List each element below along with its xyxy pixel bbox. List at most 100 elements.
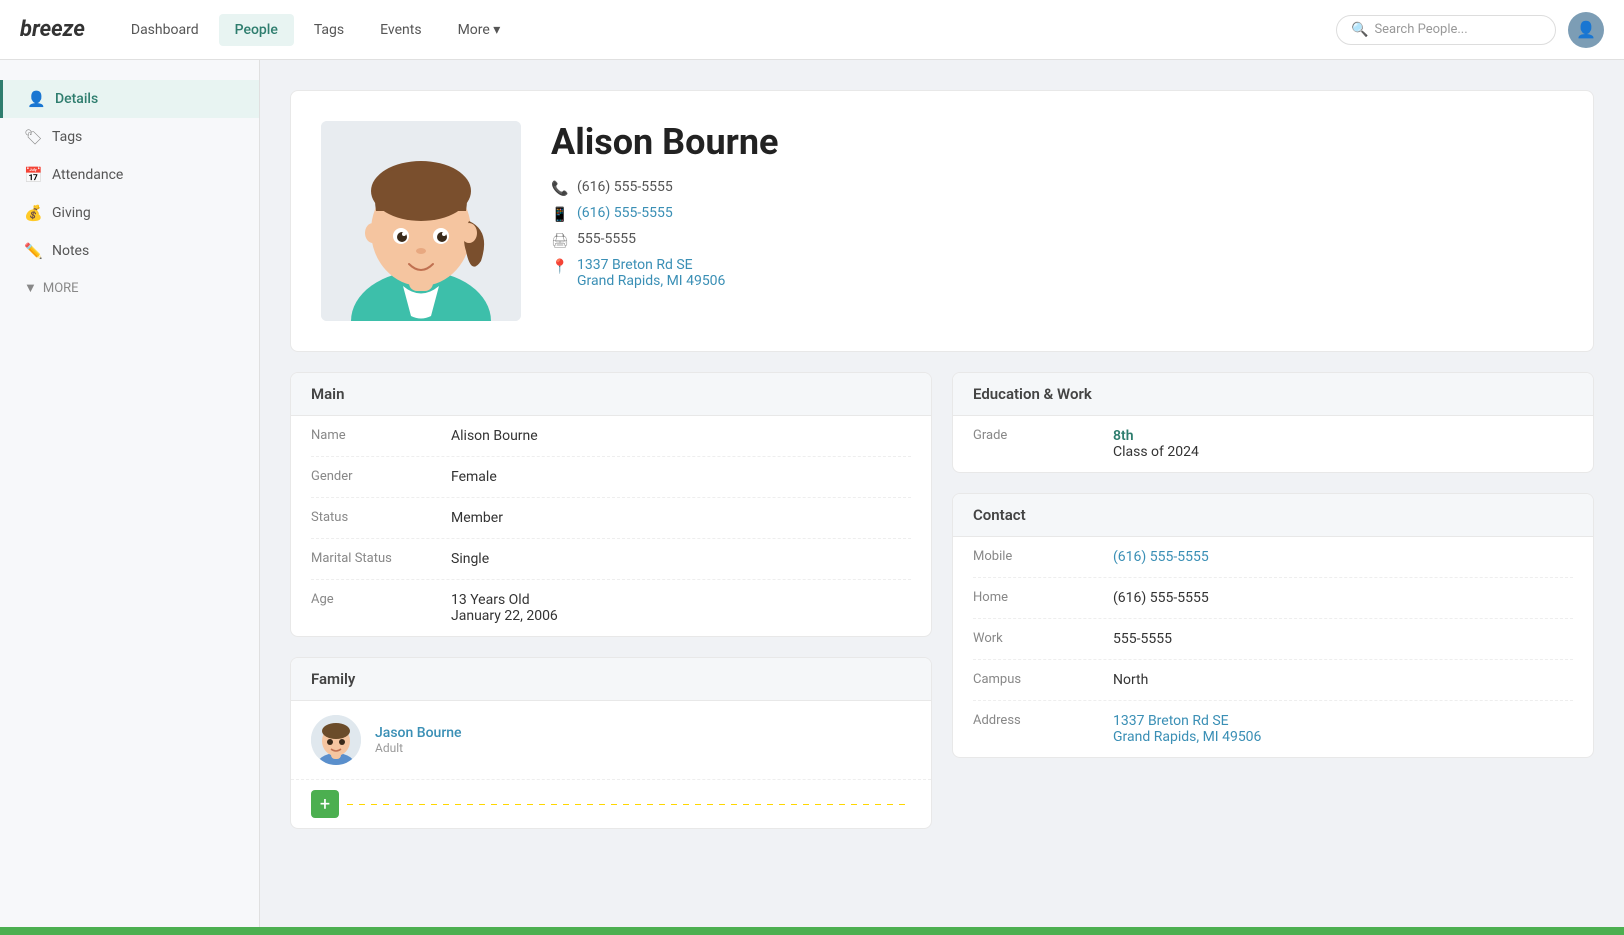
contact-address-row: Address 1337 Breton Rd SE Grand Rapids, … [973, 701, 1573, 757]
contact-row-mobile-phone: 📱 (616) 555-5555 [551, 205, 1563, 223]
contact-work-value: 555-5555 [1113, 631, 1172, 647]
profile-name: Alison Bourne [551, 121, 1563, 163]
sidebar-item-details[interactable]: 👤 Details [0, 80, 259, 118]
contact-address-line1[interactable]: 1337 Breton Rd SE [1113, 713, 1229, 729]
phone-icon: 📞 [551, 181, 567, 197]
main-status-value: Member [451, 510, 503, 526]
contact-campus-label: Campus [973, 672, 1113, 687]
main-gender-row: Gender Female [311, 457, 911, 498]
mobile-phone-link[interactable]: (616) 555-5555 [577, 205, 673, 221]
add-divider [347, 804, 911, 805]
fax-icon: 🖨 [551, 233, 567, 249]
home-phone: (616) 555-5555 [577, 179, 673, 195]
main-gender-value: Female [451, 469, 497, 485]
sidebar-item-tags[interactable]: 🏷 Tags [0, 118, 259, 156]
contact-mobile-row: Mobile (616) 555-5555 [973, 537, 1573, 578]
contact-address-label: Address [973, 713, 1113, 728]
main-age-label: Age [311, 592, 451, 607]
nav-tags[interactable]: Tags [298, 14, 360, 46]
tag-icon: 🏷 [24, 128, 42, 146]
family-member-info: Jason Bourne Adult [375, 725, 462, 755]
contact-campus-value: North [1113, 672, 1148, 688]
page-layout: 👤 Details 🏷 Tags 📅 Attendance 💰 Giving ✏… [0, 60, 1624, 935]
contact-work-row: Work 555-5555 [973, 619, 1573, 660]
nav-more[interactable]: More ▾ [442, 14, 517, 46]
family-member-name[interactable]: Jason Bourne [375, 725, 462, 741]
contact-mobile-label: Mobile [973, 549, 1113, 564]
mobile-icon: 📱 [551, 207, 567, 223]
left-column: Main Name Alison Bourne Gender Female St… [290, 372, 932, 829]
search-icon: 🔍 [1351, 22, 1368, 38]
address-line2[interactable]: Grand Rapids, MI 49506 [577, 273, 725, 289]
chevron-down-icon: ▼ [24, 280, 37, 296]
main-name-row: Name Alison Bourne [311, 416, 911, 457]
family-member-role: Adult [375, 741, 462, 755]
contact-address-value: 1337 Breton Rd SE Grand Rapids, MI 49506 [1113, 713, 1261, 745]
nav-dashboard[interactable]: Dashboard [115, 14, 215, 46]
profile-header: Alison Bourne 📞 (616) 555-5555 📱 (616) 5… [290, 90, 1594, 352]
main-age-row: Age 13 Years OldJanuary 22, 2006 [311, 580, 911, 636]
nav-events[interactable]: Events [364, 14, 437, 46]
contact-home-row: Home (616) 555-5555 [973, 578, 1573, 619]
contact-work-label: Work [973, 631, 1113, 646]
family-add-row: + [291, 780, 931, 828]
pencil-icon: ✏️ [24, 242, 42, 260]
contact-card: Contact Mobile (616) 555-5555 Home (616)… [952, 493, 1594, 758]
main-marital-value: Single [451, 551, 489, 567]
education-card-body: Grade 8th Class of 2024 [953, 416, 1593, 472]
contact-row-fax: 🖨 555-5555 [551, 231, 1563, 249]
cards-row: Main Name Alison Bourne Gender Female St… [290, 372, 1594, 829]
sidebar-label-details: Details [55, 91, 98, 107]
contact-mobile-value[interactable]: (616) 555-5555 [1113, 549, 1209, 565]
logo[interactable]: breeze [20, 17, 85, 42]
search-placeholder: Search People... [1374, 22, 1467, 37]
main-content: Alison Bourne 📞 (616) 555-5555 📱 (616) 5… [260, 60, 1624, 935]
sidebar-more[interactable]: ▼ MORE [0, 270, 259, 306]
main-card-body: Name Alison Bourne Gender Female Status … [291, 416, 931, 636]
nav-right: 🔍 Search People... 👤 [1336, 12, 1604, 48]
sidebar-more-label: MORE [43, 281, 79, 296]
sidebar-label-tags: Tags [52, 129, 82, 145]
sidebar-item-attendance[interactable]: 📅 Attendance [0, 156, 259, 194]
education-card-header: Education & Work [953, 373, 1593, 416]
family-card-header: Family [291, 658, 931, 701]
add-family-member-button[interactable]: + [311, 790, 339, 818]
calendar-icon: 📅 [24, 166, 42, 184]
family-member-avatar [311, 715, 361, 765]
sidebar-label-giving: Giving [52, 205, 91, 221]
search-box[interactable]: 🔍 Search People... [1336, 15, 1556, 45]
contact-row-home-phone: 📞 (616) 555-5555 [551, 179, 1563, 197]
user-avatar[interactable]: 👤 [1568, 12, 1604, 48]
education-grade-row: Grade 8th Class of 2024 [973, 416, 1573, 472]
profile-info: Alison Bourne 📞 (616) 555-5555 📱 (616) 5… [551, 121, 1563, 321]
family-member-row: Jason Bourne Adult [291, 701, 931, 780]
main-card-header: Main [291, 373, 931, 416]
user-icon: 👤 [1576, 20, 1596, 39]
sidebar-item-notes[interactable]: ✏️ Notes [0, 232, 259, 270]
family-card: Family [290, 657, 932, 829]
sidebar-label-notes: Notes [52, 243, 89, 259]
fax-number: 555-5555 [577, 231, 636, 247]
main-status-label: Status [311, 510, 451, 525]
contact-home-value: (616) 555-5555 [1113, 590, 1209, 606]
contact-row-address: 📍 1337 Breton Rd SE Grand Rapids, MI 495… [551, 257, 1563, 289]
main-gender-label: Gender [311, 469, 451, 484]
family-avatar-svg [311, 715, 361, 765]
sidebar-item-giving[interactable]: 💰 Giving [0, 194, 259, 232]
main-marital-label: Marital Status [311, 551, 451, 566]
address-block: 1337 Breton Rd SE Grand Rapids, MI 49506 [577, 257, 725, 289]
main-name-label: Name [311, 428, 451, 443]
main-marital-row: Marital Status Single [311, 539, 911, 580]
main-name-value: Alison Bourne [451, 428, 538, 444]
contact-card-header: Contact [953, 494, 1593, 537]
sidebar-label-attendance: Attendance [52, 167, 123, 183]
education-grade-label: Grade [973, 428, 1113, 443]
address-line1[interactable]: 1337 Breton Rd SE [577, 257, 693, 273]
contact-campus-row: Campus North [973, 660, 1573, 701]
education-card: Education & Work Grade 8th Class of 2024 [952, 372, 1594, 473]
nav-people[interactable]: People [219, 14, 294, 46]
main-card: Main Name Alison Bourne Gender Female St… [290, 372, 932, 637]
location-icon: 📍 [551, 259, 567, 275]
contact-address-line2[interactable]: Grand Rapids, MI 49506 [1113, 729, 1261, 745]
avatar-svg [321, 121, 521, 321]
